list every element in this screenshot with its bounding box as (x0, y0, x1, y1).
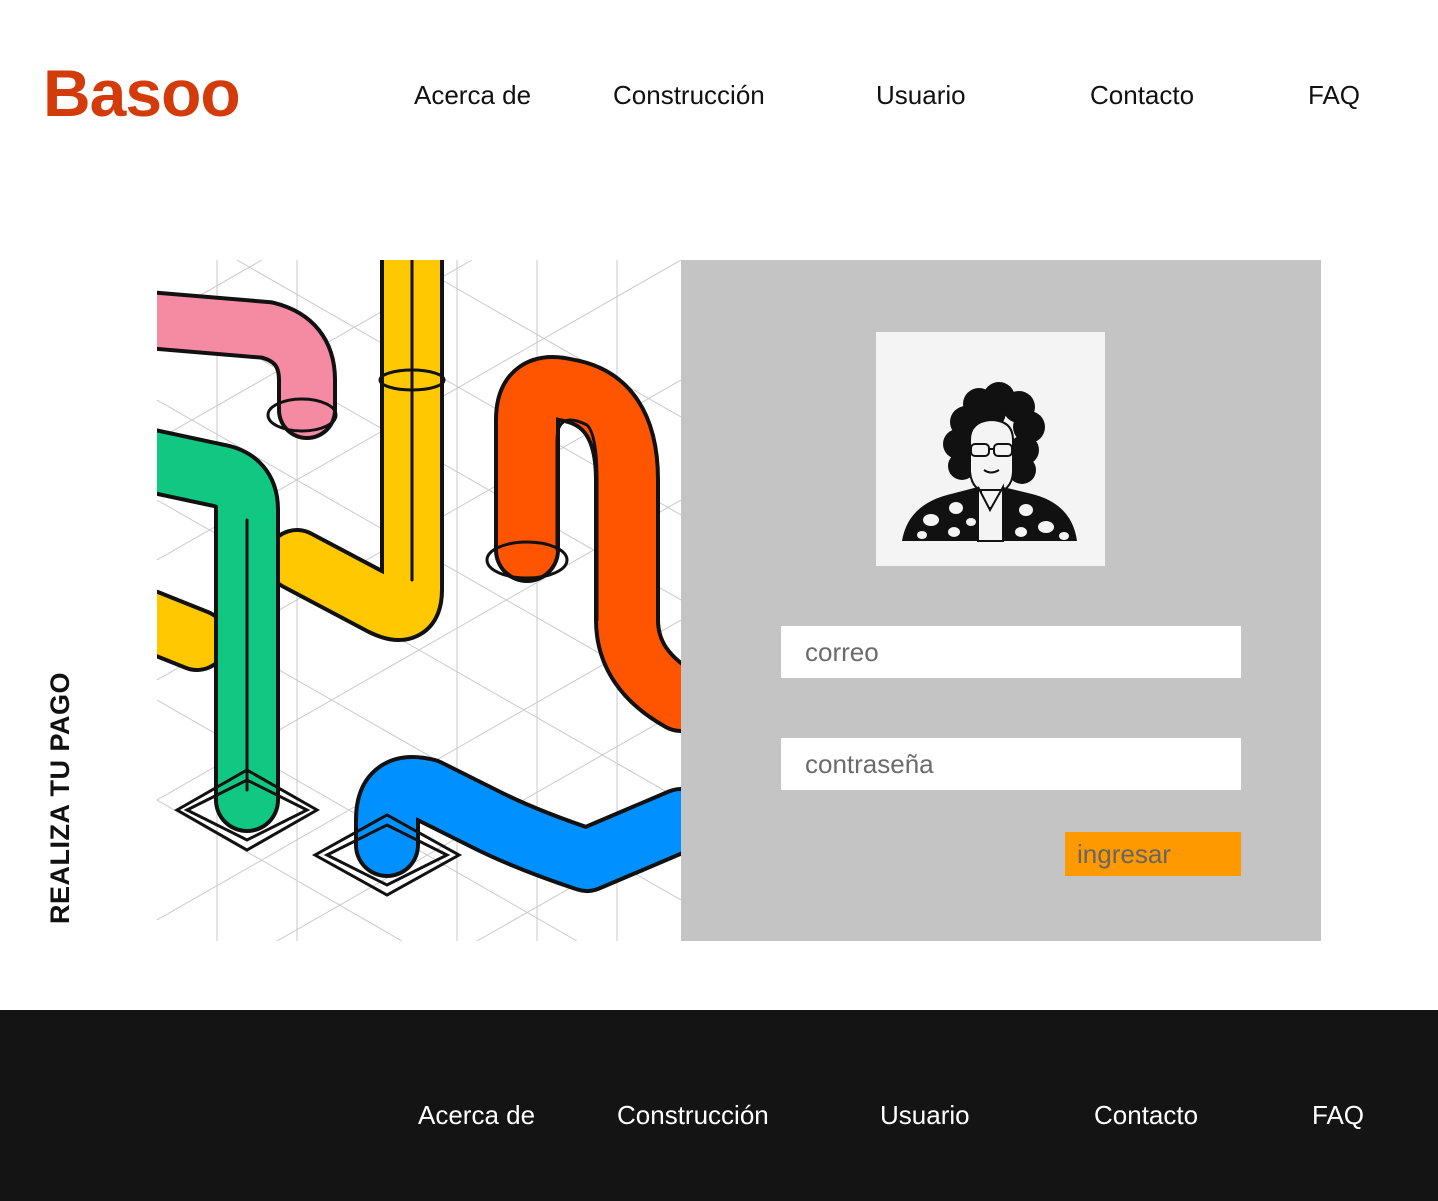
brand-logo[interactable]: Basoo (43, 60, 241, 126)
footer-nav-usuario[interactable]: Usuario (880, 1102, 970, 1128)
footer: Acerca de Construcción Usuario Contacto … (0, 1010, 1438, 1201)
nav-faq[interactable]: FAQ (1308, 82, 1360, 108)
nav-acerca-de[interactable]: Acerca de (414, 82, 531, 108)
email-field[interactable] (781, 626, 1241, 678)
password-field[interactable] (781, 738, 1241, 790)
footer-nav-faq[interactable]: FAQ (1312, 1102, 1364, 1128)
nav-contacto[interactable]: Contacto (1090, 82, 1194, 108)
nav-usuario[interactable]: Usuario (876, 82, 966, 108)
colorful-pipes-illustration (157, 260, 681, 941)
login-panel: ingresar (681, 260, 1321, 941)
side-title: REALIZA TU PAGO (45, 672, 75, 924)
footer-nav-contacto[interactable]: Contacto (1094, 1102, 1198, 1128)
footer-nav-construccion[interactable]: Construcción (617, 1102, 769, 1128)
user-avatar-icon (876, 332, 1105, 566)
nav-construccion[interactable]: Construcción (613, 82, 765, 108)
footer-nav-acerca-de[interactable]: Acerca de (418, 1102, 535, 1128)
login-button[interactable]: ingresar (1065, 832, 1241, 876)
